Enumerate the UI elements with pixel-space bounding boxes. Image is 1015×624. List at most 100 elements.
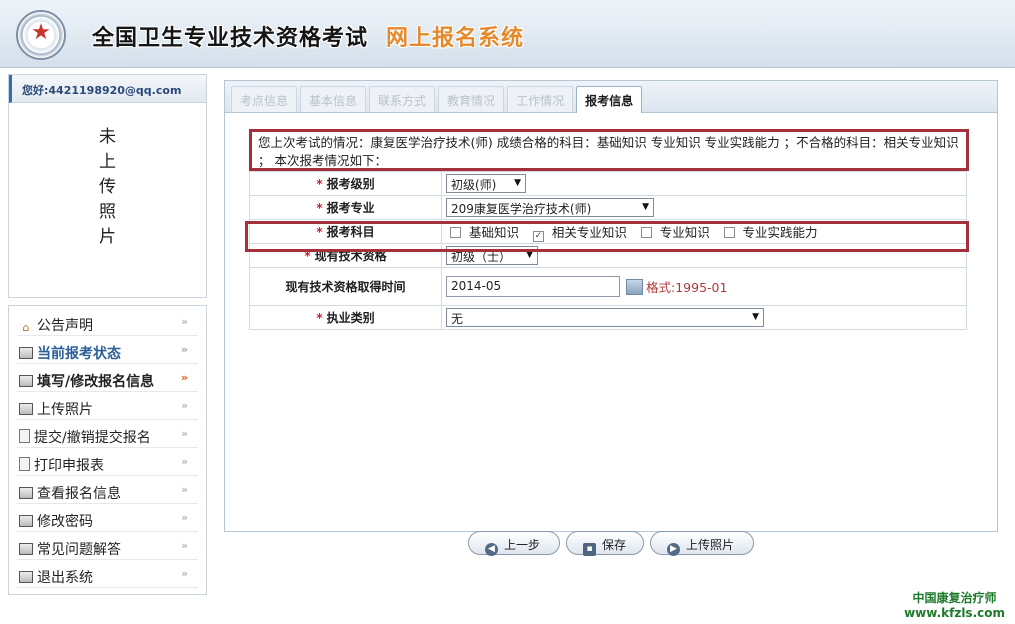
- prev-step-label: 上一步: [504, 538, 541, 552]
- tab-exam-site[interactable]: 考点信息: [231, 86, 298, 112]
- sidebar-item-edit-info[interactable]: 填写/修改报名信息 »: [17, 364, 198, 392]
- chevron-down-icon: ▼: [514, 178, 521, 188]
- subject-checkbox-professional[interactable]: [640, 226, 652, 238]
- practice-label-text: 执业类别: [326, 311, 375, 325]
- practice-select-value: 无: [451, 312, 464, 326]
- photo-placeholder-char: 照: [99, 202, 116, 222]
- sidebar-item-label: 常见问题解答: [37, 542, 121, 558]
- level-label: * 报考级别: [249, 171, 442, 196]
- window-icon: [19, 487, 33, 499]
- sidebar-item-label: 公告声明: [37, 318, 93, 334]
- chevron-right-icon: »: [181, 315, 188, 328]
- required-mark: *: [316, 311, 323, 325]
- sidebar-item-announcement[interactable]: ⌂ 公告声明 »: [17, 308, 198, 336]
- qualification-date-label: 现有技术资格取得时间: [249, 267, 442, 306]
- photo-placeholder-char: 上: [99, 152, 116, 172]
- qualification-date-label-text: 现有技术资格取得时间: [285, 280, 406, 294]
- practice-label: * 执业类别: [249, 305, 442, 330]
- subject-checkbox-related[interactable]: ✓: [532, 230, 544, 242]
- arrow-left-icon: ◀: [485, 543, 498, 556]
- prev-step-button[interactable]: ◀ 上一步: [468, 531, 560, 556]
- chevron-right-icon: »: [181, 399, 188, 412]
- save-button[interactable]: ▪ 保存: [566, 531, 644, 556]
- chevron-down-icon: ▼: [752, 312, 759, 322]
- window-icon: [19, 543, 33, 555]
- sidebar-item-view-info[interactable]: 查看报名信息 »: [17, 476, 198, 504]
- sidebar-item-logout[interactable]: 退出系统 »: [17, 560, 198, 588]
- window-icon: [19, 403, 33, 415]
- subjects-cell: 基础知识 ✓ 相关专业知识 专业知识 专业实践能力: [441, 219, 967, 244]
- page-title: 全国卫生专业技术资格考试: [92, 26, 369, 51]
- qualification-date-input[interactable]: 2014-05: [446, 276, 620, 297]
- sidebar-item-label: 打印申报表: [34, 458, 104, 474]
- qualification-cell: 初级（士） ▼: [441, 243, 967, 268]
- sidebar-item-print[interactable]: 打印申报表 »: [17, 448, 198, 476]
- calendar-icon[interactable]: [626, 278, 643, 295]
- major-cell: 209康复医学治疗技术(师) ▼: [441, 195, 967, 220]
- sidebar-item-change-password[interactable]: 修改密码 »: [17, 504, 198, 532]
- form-row-qualification-date: 现有技术资格取得时间 2014-05 格式:1995-01: [249, 267, 967, 306]
- sidebar-item-label: 查看报名信息: [37, 486, 121, 502]
- major-label: * 报考专业: [249, 195, 442, 220]
- subject-label: 相关专业知识: [551, 224, 627, 240]
- form-row-level: * 报考级别 初级(师) ▼: [249, 171, 967, 196]
- chevron-down-icon: ▼: [526, 250, 533, 260]
- subject-label: 专业知识: [659, 224, 710, 240]
- exam-form: * 报考级别 初级(师) ▼ * 报考专业 209康复医学治疗技术(师) ▼ * 报考科目…: [249, 171, 967, 330]
- practice-select[interactable]: 无 ▼: [446, 308, 764, 327]
- subject-checkbox-practice[interactable]: [723, 226, 735, 238]
- sidebar-item-label: 提交/撤销提交报名: [34, 430, 151, 446]
- practice-cell: 无 ▼: [441, 305, 967, 330]
- subjects-label: * 报考科目: [249, 219, 442, 244]
- window-icon: [19, 571, 33, 583]
- chevron-right-icon: »: [181, 511, 188, 524]
- level-cell: 初级(师) ▼: [441, 171, 967, 196]
- photo-placeholder-char: 片: [99, 227, 116, 247]
- watermark: 中国康复治疗师 www.kfzls.com: [904, 591, 1005, 621]
- required-mark: *: [316, 177, 323, 191]
- tab-exam-info[interactable]: 报考信息: [576, 86, 643, 113]
- upload-photo-button[interactable]: ▶ 上传照片: [650, 531, 754, 556]
- tab-basic-info[interactable]: 基本信息: [300, 86, 367, 112]
- sidebar-item-label: 修改密码: [37, 514, 93, 530]
- sidebar-item-status[interactable]: 当前报考状态 »: [17, 336, 198, 364]
- form-row-major: * 报考专业 209康复医学治疗技术(师) ▼: [249, 195, 967, 220]
- home-icon: ⌂: [22, 321, 30, 334]
- save-icon: ▪: [583, 543, 596, 556]
- level-select-value: 初级(师): [451, 178, 497, 192]
- chevron-right-icon: »: [180, 371, 188, 384]
- tab-education[interactable]: 教育情况: [438, 86, 505, 112]
- subject-label: 专业实践能力: [742, 224, 818, 240]
- sidebar-item-upload-photo[interactable]: 上传照片 »: [17, 392, 198, 420]
- qualification-label-text: 现有技术资格: [314, 249, 387, 263]
- tab-contact[interactable]: 联系方式: [369, 86, 436, 112]
- arrow-right-icon: ▶: [667, 543, 680, 556]
- user-panel: 您好:4421198920@qq.com 未 上 传 照 片: [8, 74, 207, 298]
- window-icon: [19, 375, 33, 387]
- logo: ★: [16, 10, 66, 60]
- sidebar-item-submit[interactable]: 提交/撤销提交报名 »: [17, 420, 198, 448]
- subject-label: 基础知识: [469, 224, 520, 240]
- sidebar-item-label: 填写/修改报名信息: [37, 374, 155, 390]
- form-row-subjects: * 报考科目 基础知识 ✓ 相关专业知识 专业知识 专业实践能力: [249, 219, 967, 244]
- photo-placeholder[interactable]: 未 上 传 照 片: [9, 125, 206, 250]
- sidebar-item-label: 当前报考状态: [37, 346, 121, 362]
- chevron-right-icon: »: [181, 539, 188, 552]
- sidebar-item-faq[interactable]: 常见问题解答 »: [17, 532, 198, 560]
- qualification-select[interactable]: 初级（士） ▼: [446, 246, 538, 265]
- qualification-select-value: 初级（士）: [451, 250, 512, 264]
- subject-checkbox-basic[interactable]: [450, 226, 461, 238]
- required-mark: *: [304, 249, 311, 263]
- major-select[interactable]: 209康复医学治疗技术(师) ▼: [446, 198, 654, 217]
- watermark-line: 中国康复治疗师: [912, 591, 997, 605]
- user-greeting: 您好:4421198920@qq.com: [9, 75, 206, 103]
- sidebar-item-label: 上传照片: [37, 402, 93, 418]
- qualification-label: * 现有技术资格: [249, 243, 442, 268]
- tab-work[interactable]: 工作情况: [507, 86, 574, 112]
- required-mark: *: [316, 225, 323, 239]
- page-title-accent: 网上报名系统: [386, 26, 525, 51]
- chevron-right-icon: »: [181, 427, 188, 440]
- level-select[interactable]: 初级(师) ▼: [446, 174, 526, 193]
- watermark-line: www.kfzls.com: [904, 606, 1005, 620]
- major-select-value: 209康复医学治疗技术(师): [451, 202, 592, 216]
